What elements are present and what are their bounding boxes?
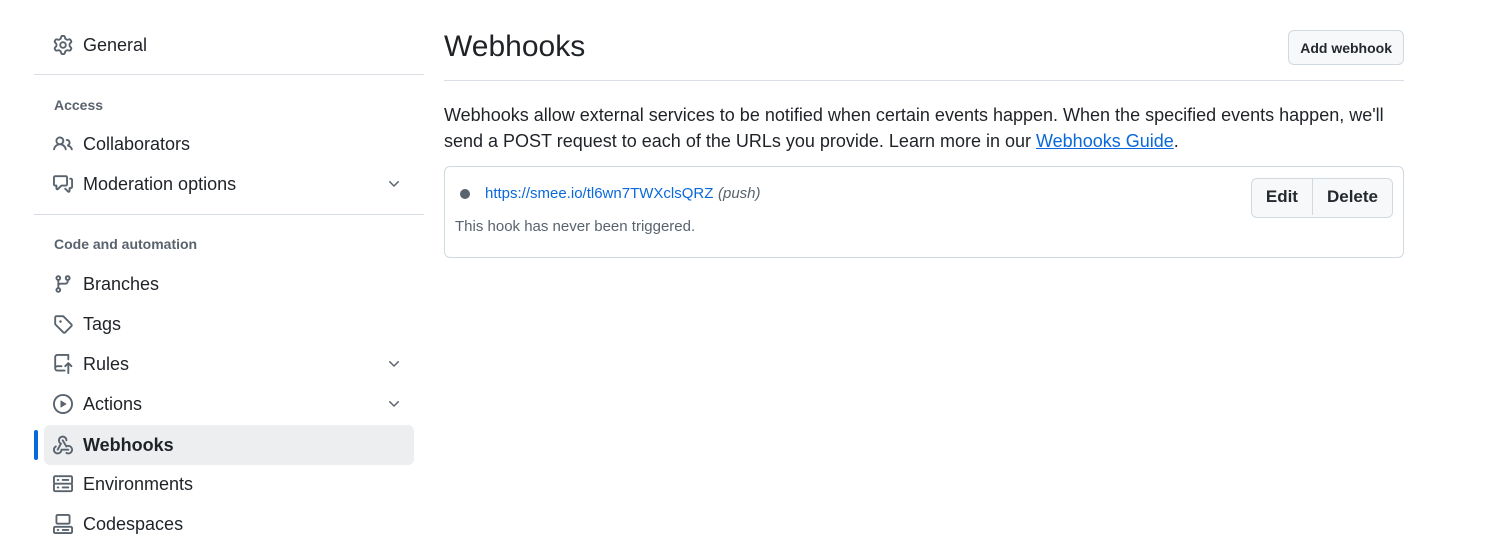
delete-button[interactable]: Delete	[1311, 179, 1392, 215]
play-icon	[53, 394, 73, 414]
sidebar-item-general[interactable]: General	[44, 25, 414, 65]
tag-icon	[53, 314, 73, 334]
divider	[444, 80, 1404, 81]
git-branch-icon	[53, 274, 73, 294]
sidebar-item-label: Branches	[83, 273, 160, 294]
sidebar-item-label: Codespaces	[83, 513, 184, 534]
repo-push-icon	[53, 354, 73, 374]
webhooks-guide-link[interactable]: Webhooks Guide	[1036, 131, 1174, 151]
section-heading-code-and-automation: Code and automation	[54, 236, 198, 252]
chevron-down-icon[interactable]	[386, 356, 402, 372]
sidebar-item-collaborators[interactable]: Collaborators	[44, 124, 414, 164]
sidebar-item-actions[interactable]: Actions	[44, 384, 414, 424]
page-description: Webhooks allow external services to be n…	[444, 102, 1404, 154]
sidebar-item-codespaces[interactable]: Codespaces	[44, 504, 414, 544]
chevron-down-icon[interactable]	[386, 396, 402, 412]
divider	[34, 74, 424, 75]
gear-icon	[53, 35, 73, 55]
sidebar-item-label: Webhooks	[83, 434, 174, 455]
section-heading-access: Access	[54, 97, 104, 113]
codespaces-icon	[53, 514, 73, 534]
page-title: Webhooks	[444, 30, 586, 63]
chevron-down-icon[interactable]	[386, 176, 402, 192]
sidebar-item-branches[interactable]: Branches	[44, 264, 414, 304]
sidebar-item-label: General	[83, 34, 148, 55]
description-end: .	[1173, 131, 1179, 151]
sidebar-item-rules[interactable]: Rules	[44, 344, 414, 384]
sidebar-item-moderation-options[interactable]: Moderation options	[44, 164, 414, 204]
sidebar-item-tags[interactable]: Tags	[44, 304, 414, 344]
webhook-icon	[53, 435, 73, 455]
people-icon	[53, 134, 73, 154]
sidebar-item-webhooks[interactable]: Webhooks	[44, 425, 414, 465]
edit-button[interactable]: Edit	[1251, 179, 1312, 215]
webhook-url-link[interactable]: https://smee.io/tl6wn7TWXclsQRZ	[485, 185, 713, 202]
comment-discussion-icon	[53, 174, 73, 194]
webhook-events: (push)	[718, 185, 761, 202]
sidebar-item-label: Rules	[83, 353, 130, 374]
webhook-status-text: This hook has never been triggered.	[455, 218, 696, 235]
sidebar-item-label: Actions	[83, 393, 143, 414]
sidebar-item-label: Collaborators	[83, 133, 191, 154]
sidebar-item-label: Environments	[83, 473, 194, 494]
server-icon	[53, 474, 73, 494]
status-dot-icon	[460, 189, 470, 199]
webhook-actions: Edit Delete	[1250, 178, 1393, 218]
sidebar-item-label: Tags	[83, 313, 122, 334]
sidebar-item-label: Moderation options	[83, 173, 237, 194]
add-webhook-button[interactable]: Add webhook	[1288, 30, 1404, 65]
active-indicator	[34, 430, 38, 460]
webhook-list-item: https://smee.io/tl6wn7TWXclsQRZ (push) T…	[444, 166, 1404, 258]
sidebar-item-environments[interactable]: Environments	[44, 464, 414, 504]
divider	[34, 214, 424, 215]
description-text: Webhooks allow external services to be n…	[444, 105, 1384, 151]
